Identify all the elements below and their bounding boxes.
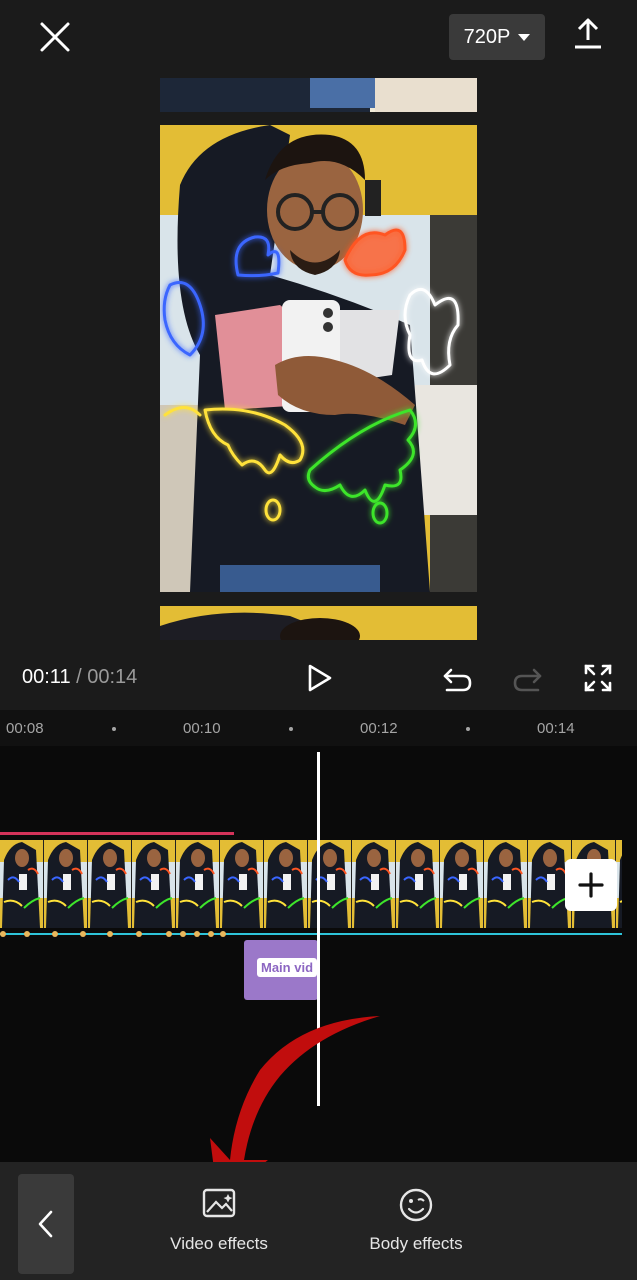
keyframe-dot (194, 931, 200, 937)
body-effects-tool[interactable]: Body effects (364, 1184, 468, 1254)
body-effects-label: Body effects (369, 1234, 463, 1253)
keyframe-dot (24, 931, 30, 937)
clip-thumbnail (88, 840, 132, 928)
keyframe-dot (208, 931, 214, 937)
ruler-dot (289, 727, 293, 731)
ruler-label: 00:12 (360, 720, 398, 737)
time-separator: / (70, 666, 88, 688)
ruler-dot (466, 727, 470, 731)
ruler-label: 00:10 (183, 720, 221, 737)
video-effects-label: Video effects (170, 1234, 268, 1253)
clip-thumbnail (220, 840, 264, 928)
clip-thumbnail (396, 840, 440, 928)
clip-thumbnail (484, 840, 528, 928)
resolution-label: 720P (463, 25, 511, 48)
fullscreen-button[interactable] (580, 660, 616, 696)
effect-track-line (0, 933, 622, 935)
chevron-left-icon (38, 1210, 53, 1238)
audio-track-line (0, 832, 234, 835)
total-time: 00:14 (87, 666, 138, 688)
ruler-dot (112, 727, 116, 731)
redo-button[interactable] (510, 660, 546, 696)
keyframe-dot (220, 931, 226, 937)
caret-down-icon (518, 33, 531, 41)
preview-frame-next (160, 606, 477, 640)
keyframe-dot (107, 931, 113, 937)
keyframe-dot (52, 931, 58, 937)
clip-thumbnail (440, 840, 484, 928)
clip-thumbnail (176, 840, 220, 928)
keyframe-dot (180, 931, 186, 937)
ruler-label: 00:08 (6, 720, 44, 737)
preview-frame-previous (160, 78, 477, 112)
undo-button[interactable] (439, 660, 475, 696)
add-clip-button[interactable] (565, 859, 617, 911)
clip-thumbnail (308, 840, 352, 928)
time-ruler[interactable]: 00:08 00:10 00:12 00:14 (0, 710, 637, 746)
keyframe-dot (80, 931, 86, 937)
bottom-toolbar: Video effects Body effects (0, 1162, 637, 1280)
main-video-tag[interactable]: Main vid (244, 940, 318, 1000)
video-preview[interactable] (0, 76, 637, 646)
body-effects-icon (399, 1188, 433, 1222)
redo-icon (513, 668, 542, 692)
current-time: 00:11 (22, 666, 71, 688)
ruler-label: 00:14 (537, 720, 575, 737)
video-effects-icon (202, 1188, 236, 1218)
keyframe-dot (166, 931, 172, 937)
play-icon (308, 664, 332, 692)
plus-icon (578, 872, 604, 898)
keyframe-dot (0, 931, 6, 937)
playback-controls: 00:11 / 00:14 (0, 646, 637, 710)
resolution-dropdown[interactable]: 720P (449, 14, 545, 60)
close-icon (40, 22, 70, 52)
keyframe-dot (136, 931, 142, 937)
clip-thumbnail (352, 840, 396, 928)
clip-thumbnail (264, 840, 308, 928)
main-video-label: Main vid (257, 958, 318, 977)
undo-icon (443, 668, 472, 692)
video-effects-tool[interactable]: Video effects (164, 1184, 274, 1254)
clip-thumbnail (44, 840, 88, 928)
clip-thumbnail (0, 840, 44, 928)
video-clip-track[interactable] (0, 840, 622, 928)
play-button[interactable] (301, 660, 337, 696)
export-button[interactable] (568, 14, 608, 54)
upload-icon (575, 18, 601, 49)
video-frame-image (160, 125, 477, 592)
fullscreen-icon (584, 664, 612, 692)
preview-frame-current (160, 125, 477, 592)
close-button[interactable] (32, 14, 78, 60)
back-button[interactable] (18, 1174, 74, 1274)
time-display: 00:11 / 00:14 (22, 666, 137, 689)
clip-thumbnail (132, 840, 176, 928)
top-bar: 720P (0, 0, 637, 76)
